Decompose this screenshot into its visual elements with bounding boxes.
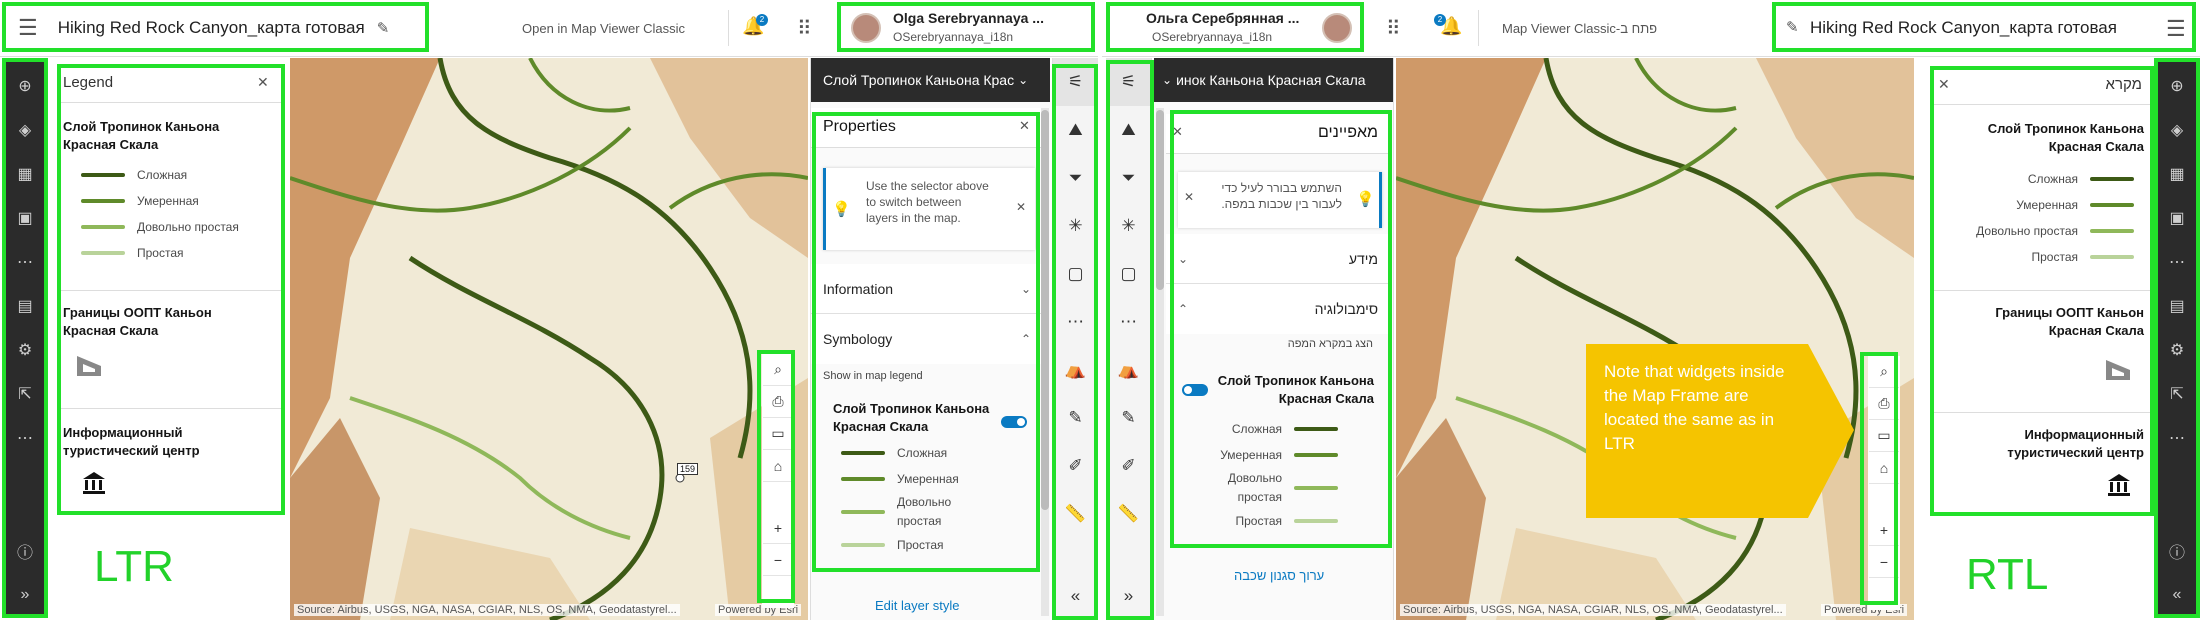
direction-label: LTR: [94, 542, 174, 591]
highlight-ltr-map-widgets: [757, 350, 795, 603]
highlight-rtl-legend: [1930, 66, 2154, 516]
highlight-ltr-action-bar: [2, 58, 48, 618]
divider: [1478, 10, 1479, 46]
notification-badge: 2: [756, 14, 768, 26]
layer-selector[interactable]: ⌄ инок Каньона Красная Скала: [1154, 58, 1393, 102]
highlight-ltr-header-right: [837, 2, 1095, 52]
chevron-down-icon: ⌄: [1018, 73, 1029, 87]
callout-text: Note that widgets inside the Map Frame a…: [1604, 362, 1785, 453]
panel-scrollbar[interactable]: [1041, 108, 1049, 616]
highlight-rtl-map-widgets: [1860, 352, 1898, 605]
edit-layer-style-link[interactable]: ערוך סגנון שכבה: [1234, 568, 1324, 583]
layer-selector-label: инок Каньона Красная Скала: [1176, 72, 1366, 88]
apps-grid-icon[interactable]: ⠿: [797, 16, 812, 41]
layer-selector[interactable]: Слой Тропинок Каньона Крас ⌄: [811, 58, 1050, 102]
ltr-map[interactable]: 159 Source: Airbus, USGS, NGA, NASA, CGI…: [290, 58, 808, 620]
highlight-rtl-action-bar: [2154, 58, 2200, 618]
highlight-ltr-settings-bar: [1052, 64, 1098, 620]
direction-label: RTL: [1966, 550, 2049, 599]
edit-layer-style-link[interactable]: Edit layer style: [875, 598, 960, 613]
scrollbar-thumb[interactable]: [1041, 110, 1049, 510]
layer-selector-label: Слой Тропинок Каньона Крас: [823, 72, 1015, 88]
highlight-rtl-properties: [1170, 110, 1392, 548]
highlight-rtl-header-right: [1772, 2, 2196, 52]
rtl-map[interactable]: Note that widgets inside the Map Frame a…: [1396, 58, 1914, 620]
highlight-rtl-header-left: [1106, 2, 1364, 52]
scrollbar-thumb[interactable]: [1156, 110, 1164, 290]
panel-scrollbar[interactable]: [1156, 108, 1164, 616]
road-shield: 159: [677, 463, 699, 475]
highlight-ltr-properties: [812, 112, 1040, 572]
highlight-legend: [57, 64, 285, 515]
highlight-rtl-settings-bar: [1106, 60, 1154, 620]
open-classic-link[interactable]: Open in Map Viewer Classic: [522, 21, 685, 36]
chevron-down-icon: ⌄: [1162, 73, 1173, 87]
map-canvas: [290, 58, 808, 620]
map-attribution: Source: Airbus, USGS, NGA, NASA, CGIAR, …: [294, 604, 680, 616]
apps-grid-icon[interactable]: ⠿: [1386, 16, 1401, 41]
divider: [728, 10, 729, 46]
open-classic-link[interactable]: Map Viewer Classic-פתח ב: [1502, 21, 1657, 36]
highlight-ltr-header-left: [2, 2, 429, 52]
notification-badge: 2: [1434, 14, 1446, 26]
map-attribution: Source: Airbus, USGS, NGA, NASA, CGIAR, …: [1400, 604, 1786, 616]
map-canvas: [1396, 58, 1914, 620]
